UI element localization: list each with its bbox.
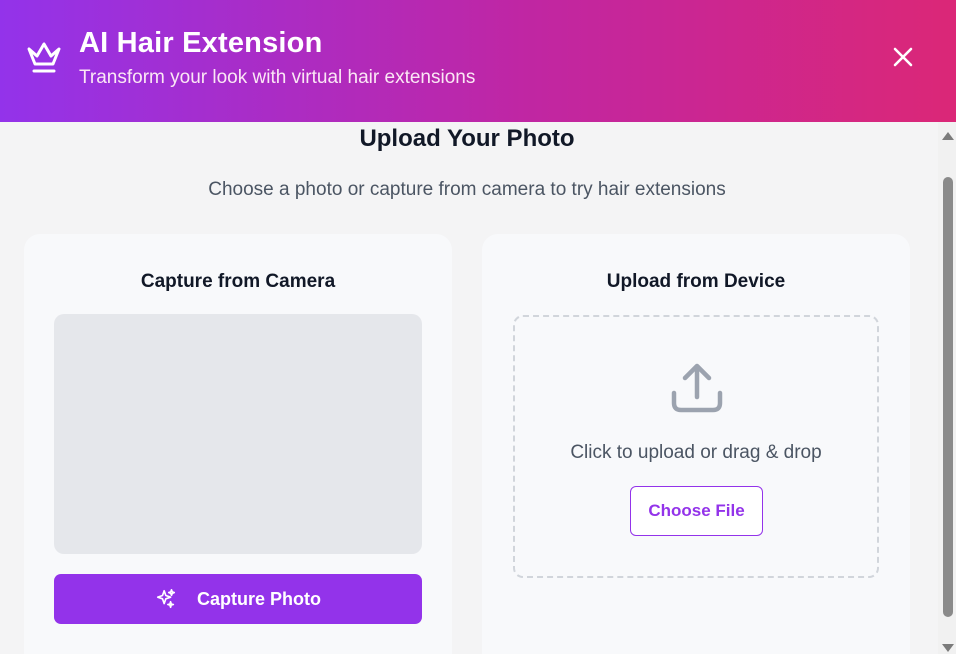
page-title: Upload Your Photo xyxy=(359,125,575,152)
vertical-scrollbar[interactable] xyxy=(938,122,956,654)
camera-card-title: Capture from Camera xyxy=(140,271,336,292)
crown-icon xyxy=(27,42,61,73)
app-title: AI Hair Extension xyxy=(79,27,323,59)
app-header: AI Hair Extension Transform your look wi… xyxy=(0,0,956,122)
app-subtitle: Transform your look with virtual hair ex… xyxy=(79,67,476,88)
camera-preview xyxy=(54,314,422,554)
upload-card: Upload from Device Click to upload or dr… xyxy=(482,234,910,654)
upload-dropzone[interactable]: Click to upload or drag & drop Choose Fi… xyxy=(513,315,879,578)
sparkles-icon xyxy=(156,589,176,609)
camera-card: Capture from Camera Capture Photo xyxy=(24,234,452,654)
upload-icon xyxy=(671,363,723,413)
scroll-up-arrow-icon[interactable] xyxy=(942,132,954,140)
close-icon[interactable] xyxy=(888,42,918,72)
scroll-down-arrow-icon[interactable] xyxy=(942,644,954,652)
capture-photo-label: Capture Photo xyxy=(197,588,321,609)
choose-file-button[interactable]: Choose File xyxy=(630,486,763,536)
upload-card-title: Upload from Device xyxy=(606,271,786,292)
page-subtitle: Choose a photo or capture from camera to… xyxy=(208,179,726,200)
capture-photo-button[interactable]: Capture Photo xyxy=(54,574,422,624)
scrollbar-thumb[interactable] xyxy=(943,177,953,617)
main-content: Upload Your Photo Choose a photo or capt… xyxy=(0,122,938,654)
dropzone-text: Click to upload or drag & drop xyxy=(570,442,822,463)
